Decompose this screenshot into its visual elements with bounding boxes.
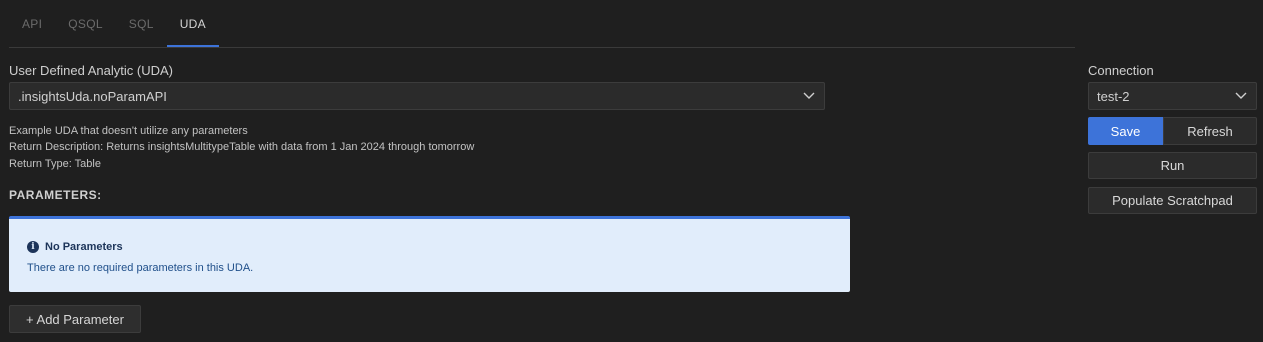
chevron-down-icon xyxy=(1234,89,1248,103)
tab-qsql[interactable]: QSQL xyxy=(55,0,116,47)
uda-return-description: Return Description: Returns insightsMult… xyxy=(9,141,475,153)
notice-title-row: i No Parameters xyxy=(27,241,123,253)
connection-select-value: test-2 xyxy=(1097,88,1130,104)
uda-field-label: User Defined Analytic (UDA) xyxy=(9,63,173,78)
tab-uda[interactable]: UDA xyxy=(166,0,219,47)
connection-label: Connection xyxy=(1088,63,1154,78)
connection-select[interactable]: test-2 xyxy=(1088,82,1257,110)
uda-editor: API QSQL SQL UDA User Defined Analytic (… xyxy=(0,0,1263,342)
run-button[interactable]: Run xyxy=(1088,152,1257,179)
save-button[interactable]: Save xyxy=(1088,117,1163,145)
uda-return-type: Return Type: Table xyxy=(9,158,101,170)
uda-description: Example UDA that doesn't utilize any par… xyxy=(9,125,248,137)
parameters-heading: PARAMETERS: xyxy=(9,188,102,202)
uda-select-value: .insightsUda.noParamAPI xyxy=(18,88,167,104)
chevron-down-icon xyxy=(802,89,816,103)
populate-scratchpad-button[interactable]: Populate Scratchpad xyxy=(1088,187,1257,214)
add-parameter-button[interactable]: + Add Parameter xyxy=(9,305,141,333)
no-parameters-notice: i No Parameters There are no required pa… xyxy=(9,216,850,292)
refresh-button[interactable]: Refresh xyxy=(1163,117,1257,145)
info-icon: i xyxy=(27,241,39,253)
notice-body: There are no required parameters in this… xyxy=(27,262,254,274)
query-type-tabs: API QSQL SQL UDA xyxy=(9,0,1075,48)
tab-sql[interactable]: SQL xyxy=(116,0,167,47)
uda-select[interactable]: .insightsUda.noParamAPI xyxy=(9,82,825,110)
tab-api[interactable]: API xyxy=(9,0,55,47)
notice-title: No Parameters xyxy=(45,241,123,253)
